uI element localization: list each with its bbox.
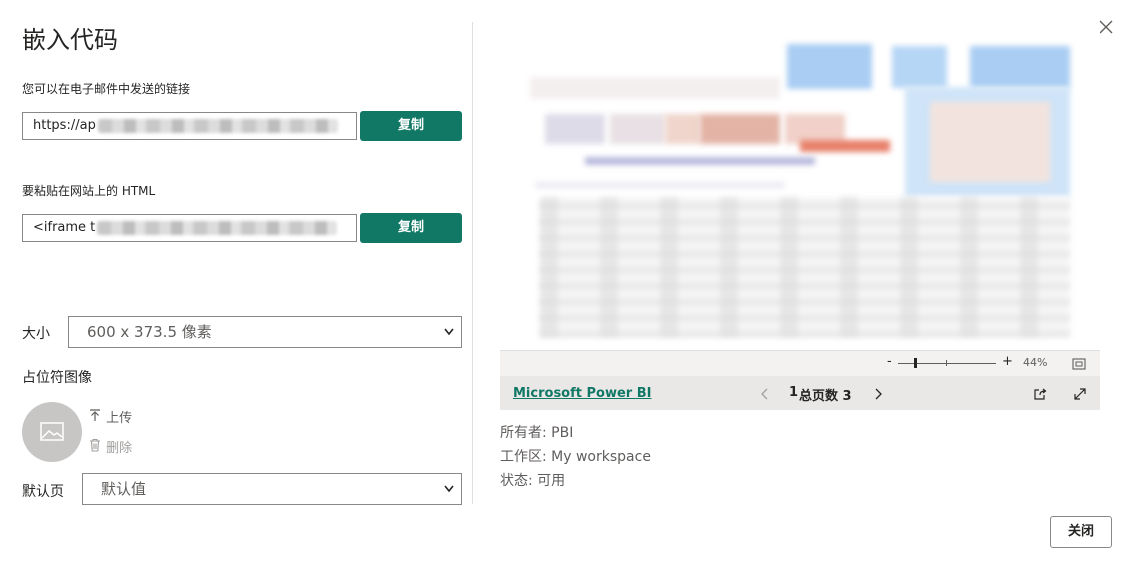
zoom-out-button[interactable]: - — [887, 354, 892, 369]
fit-to-page-icon[interactable] — [1072, 356, 1086, 375]
size-label: 大小 — [22, 326, 50, 342]
size-select[interactable]: 600 x 373.5 像素 — [68, 316, 462, 348]
previous-page-icon[interactable] — [760, 386, 770, 405]
report-preview — [500, 32, 1100, 350]
trash-icon — [88, 438, 102, 456]
html-label: 要粘贴在网站上的 HTML — [22, 184, 156, 198]
link-field[interactable]: https://ap — [22, 112, 357, 140]
redacted-text — [97, 220, 338, 235]
image-icon — [40, 422, 64, 441]
upload-label: 上传 — [106, 411, 133, 426]
upload-button[interactable]: 上传 — [88, 407, 133, 426]
chevron-down-icon — [443, 474, 455, 516]
power-bi-link[interactable]: Microsoft Power BI — [513, 386, 651, 401]
placeholder-image-label: 占位符图像 — [22, 370, 92, 386]
html-field[interactable]: <iframe t — [22, 214, 357, 242]
zoom-slider-thumb[interactable] — [914, 358, 917, 368]
link-value: https://ap — [33, 118, 96, 133]
zoom-slider-tick — [946, 360, 947, 366]
placeholder-avatar — [22, 402, 82, 462]
default-page-label: 默认页 — [22, 484, 64, 500]
zoom-level: 44% — [1023, 356, 1048, 369]
zoom-bar: - + 44% — [500, 350, 1100, 376]
current-page: 1 — [789, 385, 799, 400]
zoom-in-button[interactable]: + — [1002, 354, 1013, 369]
html-value: <iframe t — [33, 220, 96, 235]
report-footer-bar: Microsoft Power BI 1 总页数 3 — [500, 376, 1100, 410]
status-text: 状态: 可用 — [500, 473, 566, 489]
default-page-value: 默认值 — [101, 480, 147, 498]
zoom-slider[interactable] — [898, 358, 996, 368]
default-page-select[interactable]: 默认值 — [82, 473, 462, 505]
link-label: 您可以在电子邮件中发送的链接 — [22, 82, 191, 96]
upload-icon — [88, 408, 102, 426]
vertical-divider — [472, 22, 473, 504]
copy-link-button[interactable]: 复制 — [360, 111, 462, 141]
delete-label: 删除 — [106, 441, 133, 456]
share-icon[interactable] — [1033, 386, 1047, 405]
chevron-down-icon — [443, 317, 455, 359]
workspace-text: 工作区: My workspace — [500, 449, 651, 465]
next-page-icon[interactable] — [873, 386, 883, 405]
owner-text: 所有者: PBI — [500, 425, 574, 441]
delete-button[interactable]: 删除 — [88, 437, 133, 456]
copy-html-button[interactable]: 复制 — [360, 213, 462, 243]
size-value: 600 x 373.5 像素 — [87, 323, 212, 341]
total-pages: 总页数 3 — [799, 389, 852, 404]
close-button[interactable]: 关闭 — [1050, 516, 1112, 548]
redacted-text — [97, 118, 338, 133]
dialog-title: 嵌入代码 — [22, 26, 118, 54]
expand-icon[interactable] — [1073, 386, 1087, 405]
